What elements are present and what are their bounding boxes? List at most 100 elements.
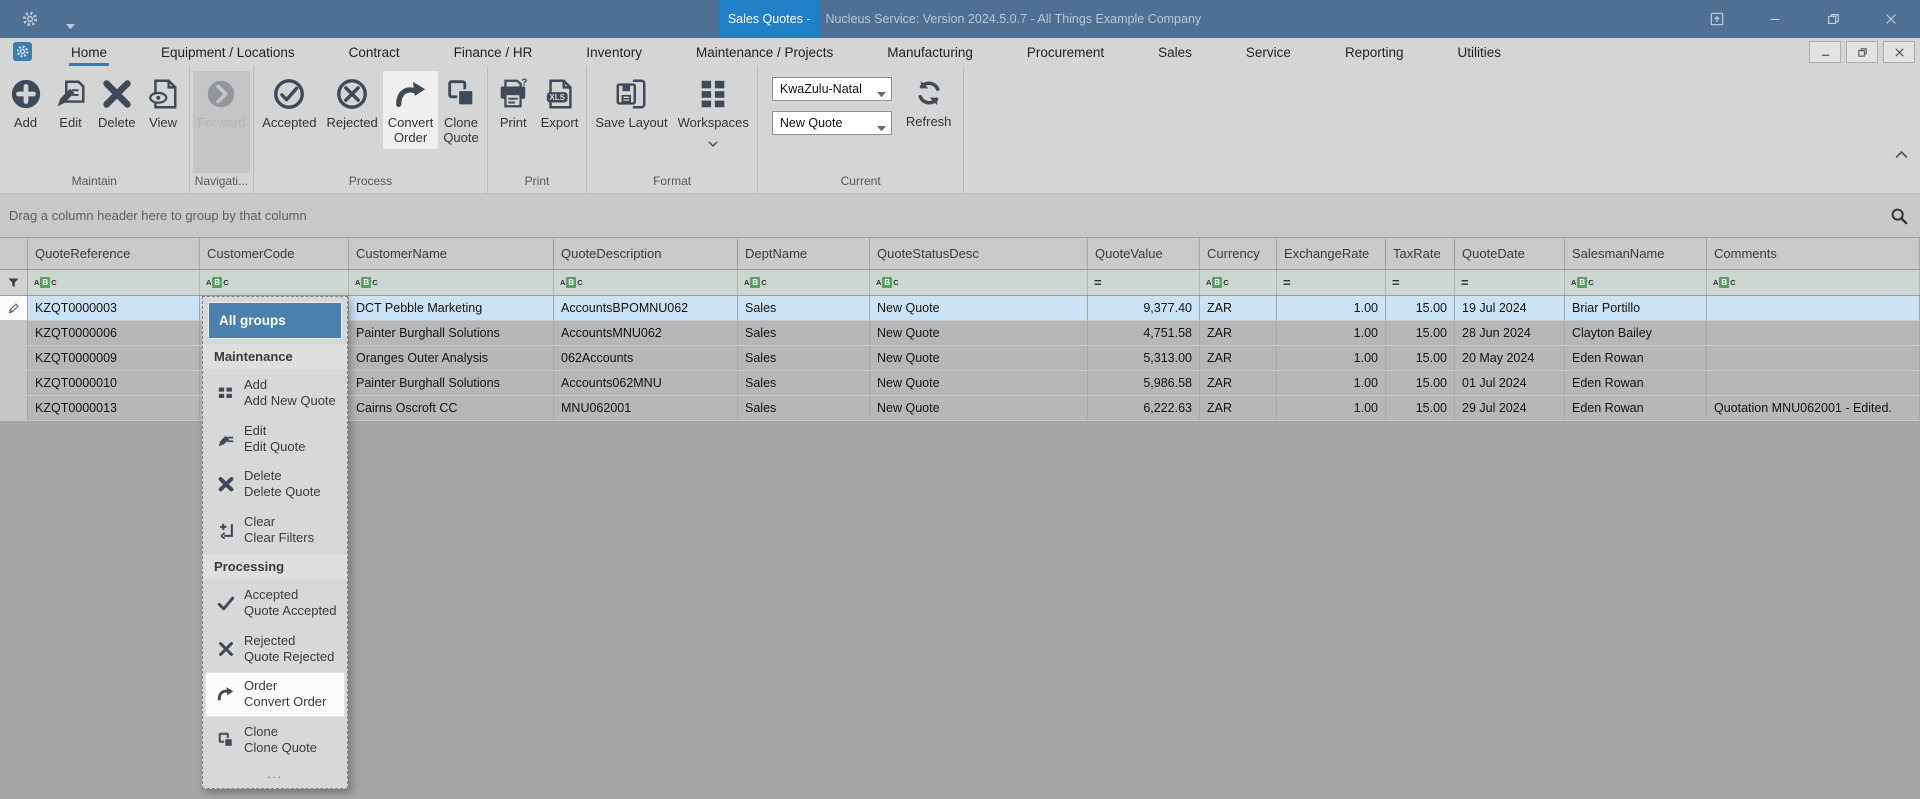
menu-item-clear[interactable]: Clear Clear Filters — [206, 509, 344, 552]
kwazulu-natal-dropdown[interactable]: KwaZulu-Natal — [771, 77, 892, 101]
filter-cell-CustomerCode[interactable]: ABC — [200, 270, 349, 295]
ribbon-button-delete[interactable]: Delete — [93, 71, 141, 135]
tab-contract[interactable]: Contract — [322, 38, 427, 66]
focused-row-pencil-icon — [0, 296, 28, 320]
column-header-QuoteValue[interactable]: QuoteValue — [1088, 238, 1200, 269]
filter-funnel-icon[interactable] — [0, 270, 28, 295]
clone-icon — [444, 77, 478, 111]
float-window-button[interactable] — [1688, 0, 1746, 38]
column-header-QuoteStatusDesc[interactable]: QuoteStatusDesc — [870, 238, 1088, 269]
ribbon-button-save-layout[interactable]: Save Layout — [590, 71, 672, 135]
search-icon[interactable] — [1890, 207, 1908, 225]
column-header-QuoteDate[interactable]: QuoteDate — [1455, 238, 1565, 269]
tab-equipment-locations[interactable]: Equipment / Locations — [134, 38, 322, 66]
column-header-CustomerCode[interactable]: CustomerCode — [200, 238, 349, 269]
ribbon-button-refresh[interactable]: Refresh — [906, 77, 951, 129]
ribbon-button-convert-order[interactable]: Convert Order — [382, 71, 439, 150]
ribbon-button-accepted[interactable]: Accepted — [257, 71, 321, 135]
menu-overflow-dots[interactable]: ... — [203, 764, 347, 785]
row-indicator-cell — [0, 396, 28, 420]
cell-QuoteReference: KZQT0000010 — [28, 371, 200, 395]
cell-ExchangeRate: 1.00 — [1277, 321, 1386, 345]
child-minimize-button[interactable] — [1809, 41, 1841, 63]
filter-cell-TaxRate[interactable]: = — [1386, 270, 1455, 295]
menu-item-clone[interactable]: Clone Clone Quote — [206, 719, 344, 762]
cell-QuoteStatusDesc: New Quote — [870, 321, 1088, 345]
cell-QuoteStatusDesc: New Quote — [870, 346, 1088, 370]
menu-item-order[interactable]: Order Convert Order — [206, 673, 344, 716]
menu-item-edit[interactable]: Edit Edit Quote — [206, 418, 344, 461]
tab-finance-hr[interactable]: Finance / HR — [427, 38, 560, 66]
column-header-Comments[interactable]: Comments — [1707, 238, 1920, 269]
filter-cell-QuoteStatusDesc[interactable]: ABC — [870, 270, 1088, 295]
ribbon-button-workspaces[interactable]: Workspaces — [673, 71, 754, 147]
cell-TaxRate: 15.00 — [1386, 321, 1455, 345]
menu-item-accepted[interactable]: Accepted Quote Accepted — [206, 582, 344, 625]
new-quote-dropdown[interactable]: New Quote — [771, 111, 892, 135]
column-header-DeptName[interactable]: DeptName — [738, 238, 870, 269]
collapse-ribbon-icon[interactable] — [1895, 146, 1908, 159]
app-menu-caret-icon[interactable] — [66, 16, 75, 29]
tab-inventory[interactable]: Inventory — [559, 38, 669, 66]
tab-maintenance-projects[interactable]: Maintenance / Projects — [669, 38, 860, 66]
filter-cell-Currency[interactable]: ABC — [1200, 270, 1277, 295]
tab-reporting[interactable]: Reporting — [1318, 38, 1431, 66]
tab-procurement[interactable]: Procurement — [1000, 38, 1131, 66]
cell-QuoteValue: 5,986.58 — [1088, 371, 1200, 395]
save-layout-icon — [614, 77, 648, 111]
text-filter-icon: ABC — [355, 277, 378, 288]
column-header-ExchangeRate[interactable]: ExchangeRate — [1277, 238, 1386, 269]
tab-manufacturing[interactable]: Manufacturing — [860, 38, 1000, 66]
print-icon: ? — [496, 77, 530, 111]
tab-sales[interactable]: Sales — [1131, 38, 1219, 66]
cell-ExchangeRate: 1.00 — [1277, 396, 1386, 420]
filter-cell-Comments[interactable]: ABC — [1707, 270, 1920, 295]
close-button[interactable] — [1862, 0, 1920, 38]
column-header-CustomerName[interactable]: CustomerName — [349, 238, 554, 269]
ribbon-button-add[interactable]: Add — [3, 71, 48, 135]
filter-cell-QuoteReference[interactable]: ABC — [28, 270, 200, 295]
tab-service[interactable]: Service — [1219, 38, 1318, 66]
grid-header-row: QuoteReference CustomerCode CustomerName Qu… — [0, 238, 1920, 269]
button-label: Export — [540, 115, 579, 130]
ribbon-button-view[interactable]: View — [141, 71, 186, 135]
settings-gear-icon[interactable] — [22, 11, 38, 27]
menu-item-add[interactable]: Add Add New Quote — [206, 372, 344, 415]
menu-item-description: Add New Quote — [244, 393, 336, 409]
column-header-TaxRate[interactable]: TaxRate — [1386, 238, 1455, 269]
menu-item-text: Add Add New Quote — [244, 377, 336, 410]
context-menu-banner[interactable]: All groups — [208, 302, 342, 339]
filter-cell-QuoteDescription[interactable]: ABC — [554, 270, 738, 295]
application-button[interactable] — [13, 42, 32, 61]
filter-cell-QuoteDate[interactable]: = — [1455, 270, 1565, 295]
filter-cell-ExchangeRate[interactable]: = — [1277, 270, 1386, 295]
ribbon-button-edit[interactable]: Edit — [48, 71, 93, 135]
cell-QuoteReference: KZQT0000013 — [28, 396, 200, 420]
ribbon-button-print[interactable]: ? Print — [491, 71, 536, 135]
cell-QuoteDate: 20 May 2024 — [1455, 346, 1565, 370]
m-clear-icon — [217, 521, 235, 540]
text-filter-icon: ABC — [744, 277, 767, 288]
menu-item-rejected[interactable]: Rejected Quote Rejected — [206, 628, 344, 671]
column-header-QuoteReference[interactable]: QuoteReference — [28, 238, 200, 269]
column-header-SalesmanName[interactable]: SalesmanName — [1565, 238, 1707, 269]
filter-cell-CustomerName[interactable]: ABC — [349, 270, 554, 295]
column-header-QuoteDescription[interactable]: QuoteDescription — [554, 238, 738, 269]
child-close-button[interactable] — [1883, 41, 1915, 63]
menu-item-delete[interactable]: Delete Delete Quote — [206, 463, 344, 506]
filter-cell-QuoteValue[interactable]: = — [1088, 270, 1200, 295]
cell-SalesmanName: Briar Portillo — [1565, 296, 1707, 320]
ribbon-button-clone-quote[interactable]: Clone Quote — [438, 71, 483, 149]
tab-utilities[interactable]: Utilities — [1430, 38, 1528, 66]
column-header-Currency[interactable]: Currency — [1200, 238, 1277, 269]
child-restore-button[interactable] — [1846, 41, 1878, 63]
minimize-button[interactable] — [1746, 0, 1804, 38]
filter-cell-SalesmanName[interactable]: ABC — [1565, 270, 1707, 295]
ribbon-button-export[interactable]: XLS Export — [536, 71, 584, 135]
filter-cell-DeptName[interactable]: ABC — [738, 270, 870, 295]
group-by-panel[interactable]: Drag a column header here to group by th… — [0, 194, 1920, 238]
ribbon-button-rejected[interactable]: Rejected — [321, 71, 382, 135]
cell-DeptName: Sales — [738, 296, 870, 320]
restore-button[interactable] — [1804, 0, 1862, 38]
tab-home[interactable]: Home — [44, 38, 134, 66]
